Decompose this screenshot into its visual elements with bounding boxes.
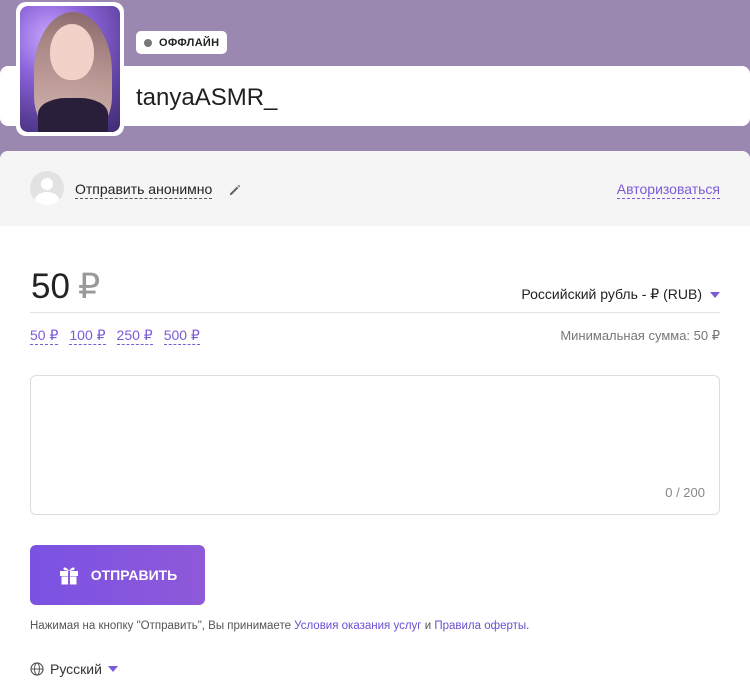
message-textarea[interactable] [31,376,719,514]
amount-currency-symbol: ₽ [78,267,101,306]
username: tanyaASMR_ [136,84,278,111]
language-value: Русский [50,661,102,677]
currency-select-value: Российский рубль - ₽ (RUB) [521,286,702,302]
currency-select[interactable]: Российский рубль - ₽ (RUB) [521,286,720,303]
terms-of-service-link[interactable]: Условия оказания услуг [294,620,421,632]
caret-down-icon [710,291,720,298]
amount-input[interactable]: 50 [31,267,70,307]
status-dot-icon [144,38,152,47]
message-box: 0 / 200 [30,375,720,515]
send-anonymous-label[interactable]: Отправить анонимно [75,181,213,199]
amount-input-row[interactable]: 50 ₽ Российский рубль - ₽ (RUB) [30,265,720,313]
send-button[interactable]: ОТПРАВИТЬ [30,545,205,605]
min-sum-label: Минимальная сумма: 50 ₽ [560,328,720,343]
status-text: ОФФЛАЙН [159,36,220,49]
anonymous-bar: Отправить анонимно Авторизоваться [0,151,750,226]
char-counter: 0 / 200 [665,485,705,500]
amount-presets: 50 ₽ 100 ₽ 250 ₽ 500 ₽ [30,327,200,345]
avatar-placeholder-icon [30,171,64,205]
streamer-avatar [16,2,124,136]
gift-icon [59,567,78,585]
caret-down-icon [107,666,118,672]
donation-form: Отправить анонимно Авторизоваться 50 ₽ Р… [0,151,750,692]
pencil-icon[interactable] [228,183,242,197]
send-button-label: ОТПРАВИТЬ [90,567,178,583]
terms-prefix: Нажимая на кнопку "Отправить", Вы приним… [30,620,295,632]
login-link[interactable]: Авторизоваться [616,181,720,199]
terms-notice: Нажимая на кнопку "Отправить", Вы приним… [30,620,529,632]
preset-amount[interactable]: 50 ₽ [30,327,59,345]
preset-amount[interactable]: 100 ₽ [69,327,106,345]
language-select[interactable]: Русский [30,661,118,677]
globe-icon [30,662,44,676]
terms-suffix: . [526,620,530,632]
avatar-photo [20,6,120,132]
terms-middle: и [421,620,435,632]
status-badge: ОФФЛАЙН [136,31,228,54]
preset-amount[interactable]: 500 ₽ [163,327,200,345]
offer-rules-link[interactable]: Правила оферты [434,620,526,632]
preset-amount[interactable]: 250 ₽ [116,327,153,345]
